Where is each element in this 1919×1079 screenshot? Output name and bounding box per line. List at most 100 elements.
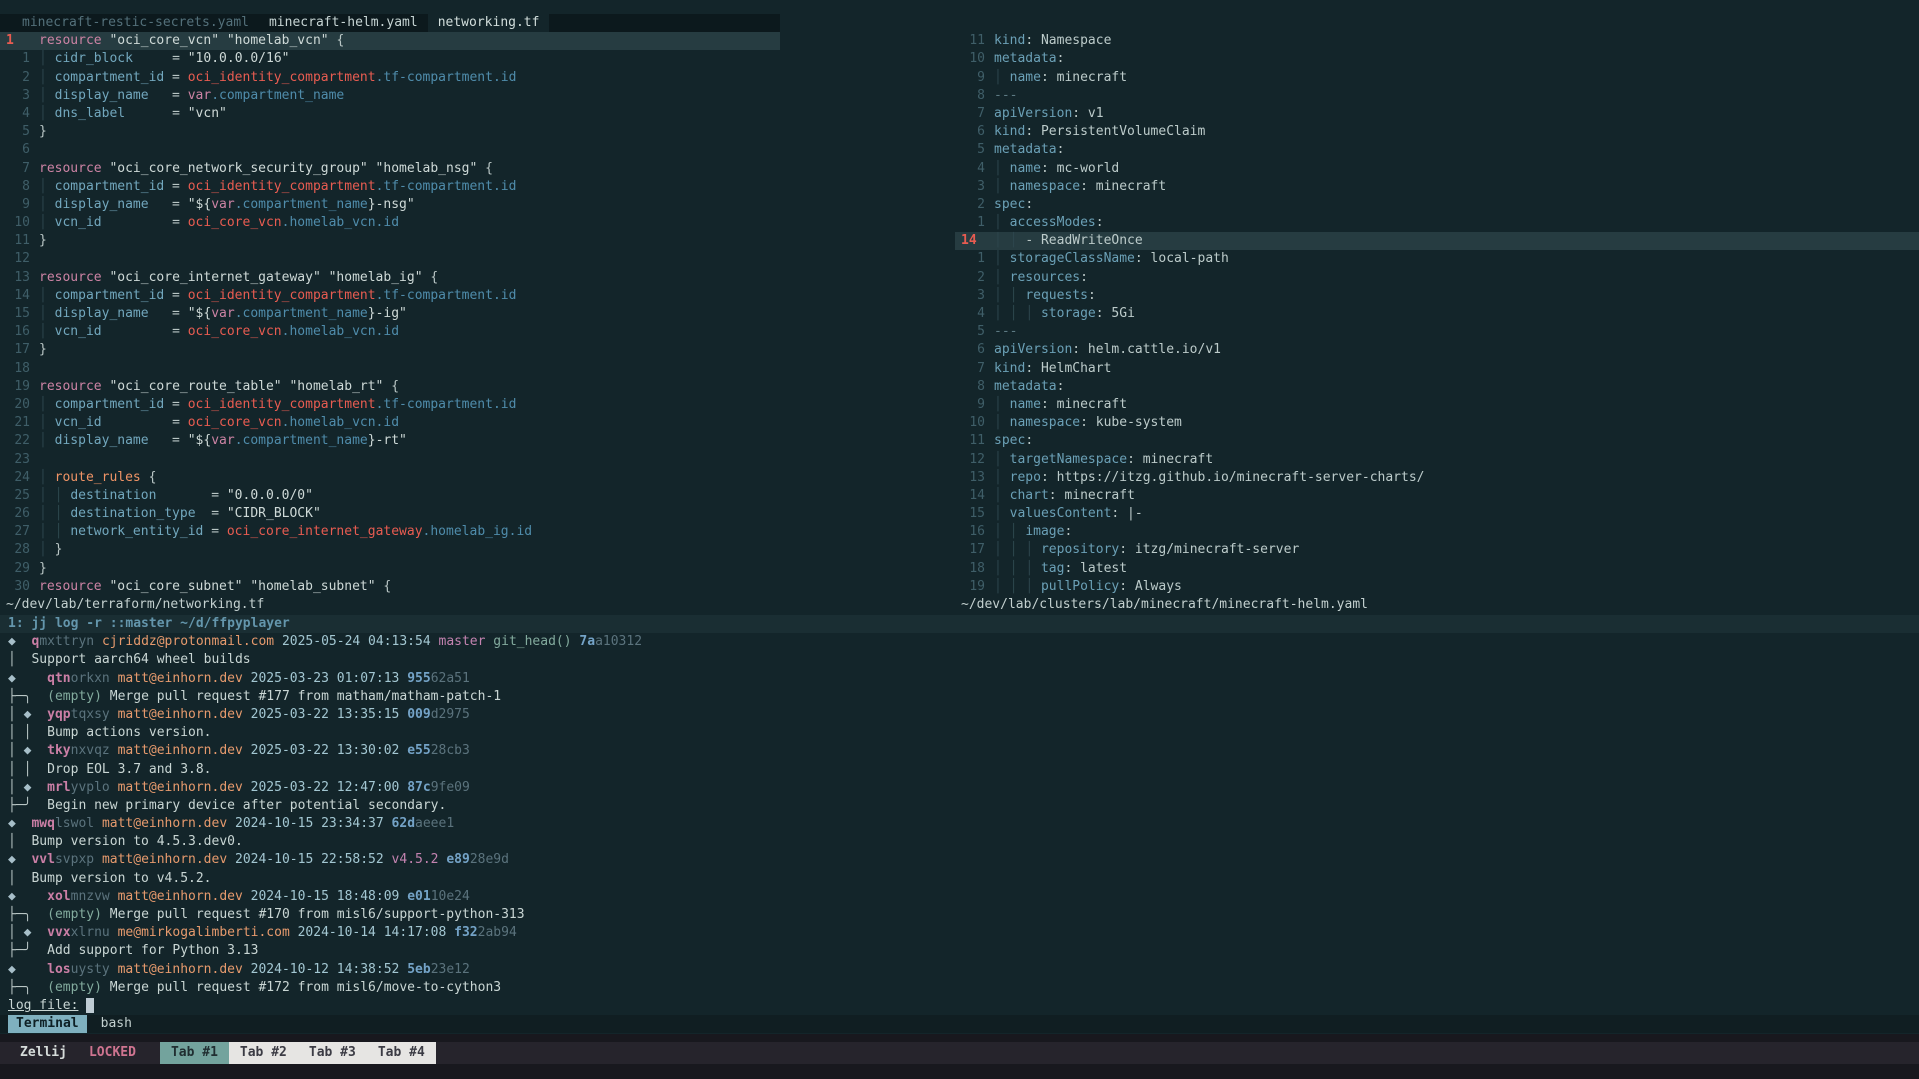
editor-pane-minecraft-helm-yaml[interactable]: 11kind: Namespace10metadata: 9│ name: min…: [955, 0, 1919, 615]
code-line: 24│ route_rules {: [0, 469, 955, 487]
code-line: 14│ compartment_id = oci_identity_compar…: [0, 287, 955, 305]
line-number: 1: [961, 214, 985, 232]
line-number: 9: [961, 396, 985, 414]
line-number: 6: [961, 123, 985, 141]
buffer-tab-minecraft-restic-secrets.yaml[interactable]: minecraft-restic-secrets.yaml: [12, 14, 259, 32]
code-line: 14│ chart: minecraft: [955, 487, 1919, 505]
line-number: 4: [961, 160, 985, 178]
zellij-session: minecraft-restic-secrets.yamlminecraft-h…: [0, 0, 1919, 1079]
code-line: 18: [0, 360, 955, 378]
buffer-tab-networking.tf[interactable]: networking.tf: [428, 14, 550, 32]
code-line: 9│ display_name = "${var.compartment_nam…: [0, 196, 955, 214]
log-line: │ Support aarch64 wheel builds: [0, 651, 1919, 669]
line-number: 7: [6, 160, 30, 178]
code-line: 30resource "oci_core_subnet" "homelab_su…: [0, 578, 955, 596]
line-number: 8: [961, 87, 985, 105]
code-line: 1│ accessModes:: [955, 214, 1919, 232]
code-line: 28│ }: [0, 541, 955, 559]
code-line: 2│ compartment_id = oci_identity_compart…: [0, 69, 955, 87]
line-number: 7: [961, 105, 985, 123]
line-number: 24: [6, 469, 30, 487]
log-line: │ ◆ tkynxvqz matt@einhorn.dev 2025-03-22…: [0, 742, 1919, 760]
zellij-status-bar: Zellij LOCKED Tab #1Tab #2Tab #3Tab #4: [0, 1042, 1919, 1064]
editor-pane-networking-tf[interactable]: minecraft-restic-secrets.yamlminecraft-h…: [0, 0, 955, 615]
code-line: 1│ storageClassName: local-path: [955, 250, 1919, 268]
buffer-tab-minecraft-helm.yaml[interactable]: minecraft-helm.yaml: [259, 14, 428, 32]
line-number: 5: [961, 323, 985, 341]
code-line: 7resource "oci_core_network_security_gro…: [0, 160, 955, 178]
zellij-tabs: Tab #1Tab #2Tab #3Tab #4: [160, 1042, 436, 1064]
code-line: 2│ resources:: [955, 269, 1919, 287]
code-line: 22│ display_name = "${var.compartment_na…: [0, 432, 955, 450]
log-line: ◆ qtnorkxn matt@einhorn.dev 2025-03-23 0…: [0, 670, 1919, 688]
bufferline: minecraft-restic-secrets.yamlminecraft-h…: [0, 14, 780, 32]
log-line: │ Bump version to 4.5.3.dev0.: [0, 833, 1919, 851]
zellij-tab-tab-#3[interactable]: Tab #3: [298, 1042, 367, 1064]
code-line: 14│ │ - ReadWriteOnce: [955, 232, 1919, 250]
line-number: 17: [6, 341, 30, 359]
mode-indicator-locked: LOCKED: [89, 1044, 136, 1062]
log-line: │ │ Drop EOL 3.7 and 3.8.: [0, 761, 1919, 779]
log-line: ├─╯ Add support for Python 3.13: [0, 942, 1919, 960]
line-number: 5: [6, 123, 30, 141]
code-line: 7apiVersion: v1: [955, 105, 1919, 123]
line-number: 18: [6, 360, 30, 378]
code-line: 11}: [0, 232, 955, 250]
log-line: ├─╮ (empty) Merge pull request #170 from…: [0, 906, 1919, 924]
code-line: 20│ compartment_id = oci_identity_compar…: [0, 396, 955, 414]
line-number: 1: [6, 50, 30, 68]
line-number: 4: [961, 305, 985, 323]
line-number: 3: [6, 87, 30, 105]
statusline-file-path: ~/dev/lab/terraform/networking.tf: [0, 596, 955, 614]
zellij-status-area: Zellij LOCKED Tab #1Tab #2Tab #3Tab #4: [0, 1034, 1919, 1079]
line-number: 10: [961, 414, 985, 432]
line-number: 21: [6, 414, 30, 432]
code-line: 26│ │ destination_type = "CIDR_BLOCK": [0, 505, 955, 523]
statusline-file-path: ~/dev/lab/clusters/lab/minecraft/minecra…: [955, 596, 1919, 614]
editor-panes: minecraft-restic-secrets.yamlminecraft-h…: [0, 0, 1919, 615]
code-line: 18│ │ │ tag: latest: [955, 560, 1919, 578]
line-number: 10: [6, 214, 30, 232]
code-line: 10│ namespace: kube-system: [955, 414, 1919, 432]
line-number: 14: [6, 287, 30, 305]
line-number: 3: [961, 178, 985, 196]
code-line: 15│ valuesContent: |-: [955, 505, 1919, 523]
code-line: 3│ namespace: minecraft: [955, 178, 1919, 196]
zellij-tab-tab-#2[interactable]: Tab #2: [229, 1042, 298, 1064]
zellij-tab-tab-#4[interactable]: Tab #4: [367, 1042, 436, 1064]
line-number: 27: [6, 523, 30, 541]
line-number: 8: [6, 178, 30, 196]
code-area-yaml: 11kind: Namespace10metadata: 9│ name: min…: [955, 32, 1919, 596]
log-line: ├─╮ (empty) Merge pull request #177 from…: [0, 688, 1919, 706]
code-line: 9│ name: minecraft: [955, 396, 1919, 414]
code-line: 10│ vcn_id = oci_core_vcn.homelab_vcn.id: [0, 214, 955, 232]
line-number: 11: [961, 432, 985, 450]
line-number: 14: [961, 232, 985, 250]
code-line: 3│ display_name = var.compartment_name: [0, 87, 955, 105]
line-number: 23: [6, 451, 30, 469]
line-number: 13: [6, 269, 30, 287]
line-number: 30: [6, 578, 30, 596]
code-line: 23: [0, 451, 955, 469]
code-line: 13│ repo: https://itzg.github.io/minecra…: [955, 469, 1919, 487]
code-line: 17}: [0, 341, 955, 359]
line-number: 6: [961, 341, 985, 359]
terminal-pane[interactable]: 1: jj log -r ::master ~/d/ffpyplayer ◆ q…: [0, 615, 1919, 1034]
code-line: 27│ │ network_entity_id = oci_core_inter…: [0, 523, 955, 541]
log-line: ◆ losuysty matt@einhorn.dev 2024-10-12 1…: [0, 961, 1919, 979]
line-number: 15: [6, 305, 30, 323]
shell-name: bash: [101, 1015, 132, 1033]
log-line: │ │ Bump actions version.: [0, 724, 1919, 742]
code-line: 10metadata:: [955, 50, 1919, 68]
line-number: 26: [6, 505, 30, 523]
zellij-tab-tab-#1[interactable]: Tab #1: [160, 1042, 229, 1064]
line-number: 6: [6, 141, 30, 159]
terminal-pane-title: 1: jj log -r ::master ~/d/ffpyplayer: [0, 615, 1919, 633]
code-line: 7kind: HelmChart: [955, 360, 1919, 378]
line-number: 19: [6, 378, 30, 396]
code-line: 8---: [955, 87, 1919, 105]
line-number: 9: [6, 196, 30, 214]
code-line: 11kind: Namespace: [955, 32, 1919, 50]
line-number: 16: [961, 523, 985, 541]
log-line: ├─╮ (empty) Merge pull request #172 from…: [0, 979, 1919, 997]
